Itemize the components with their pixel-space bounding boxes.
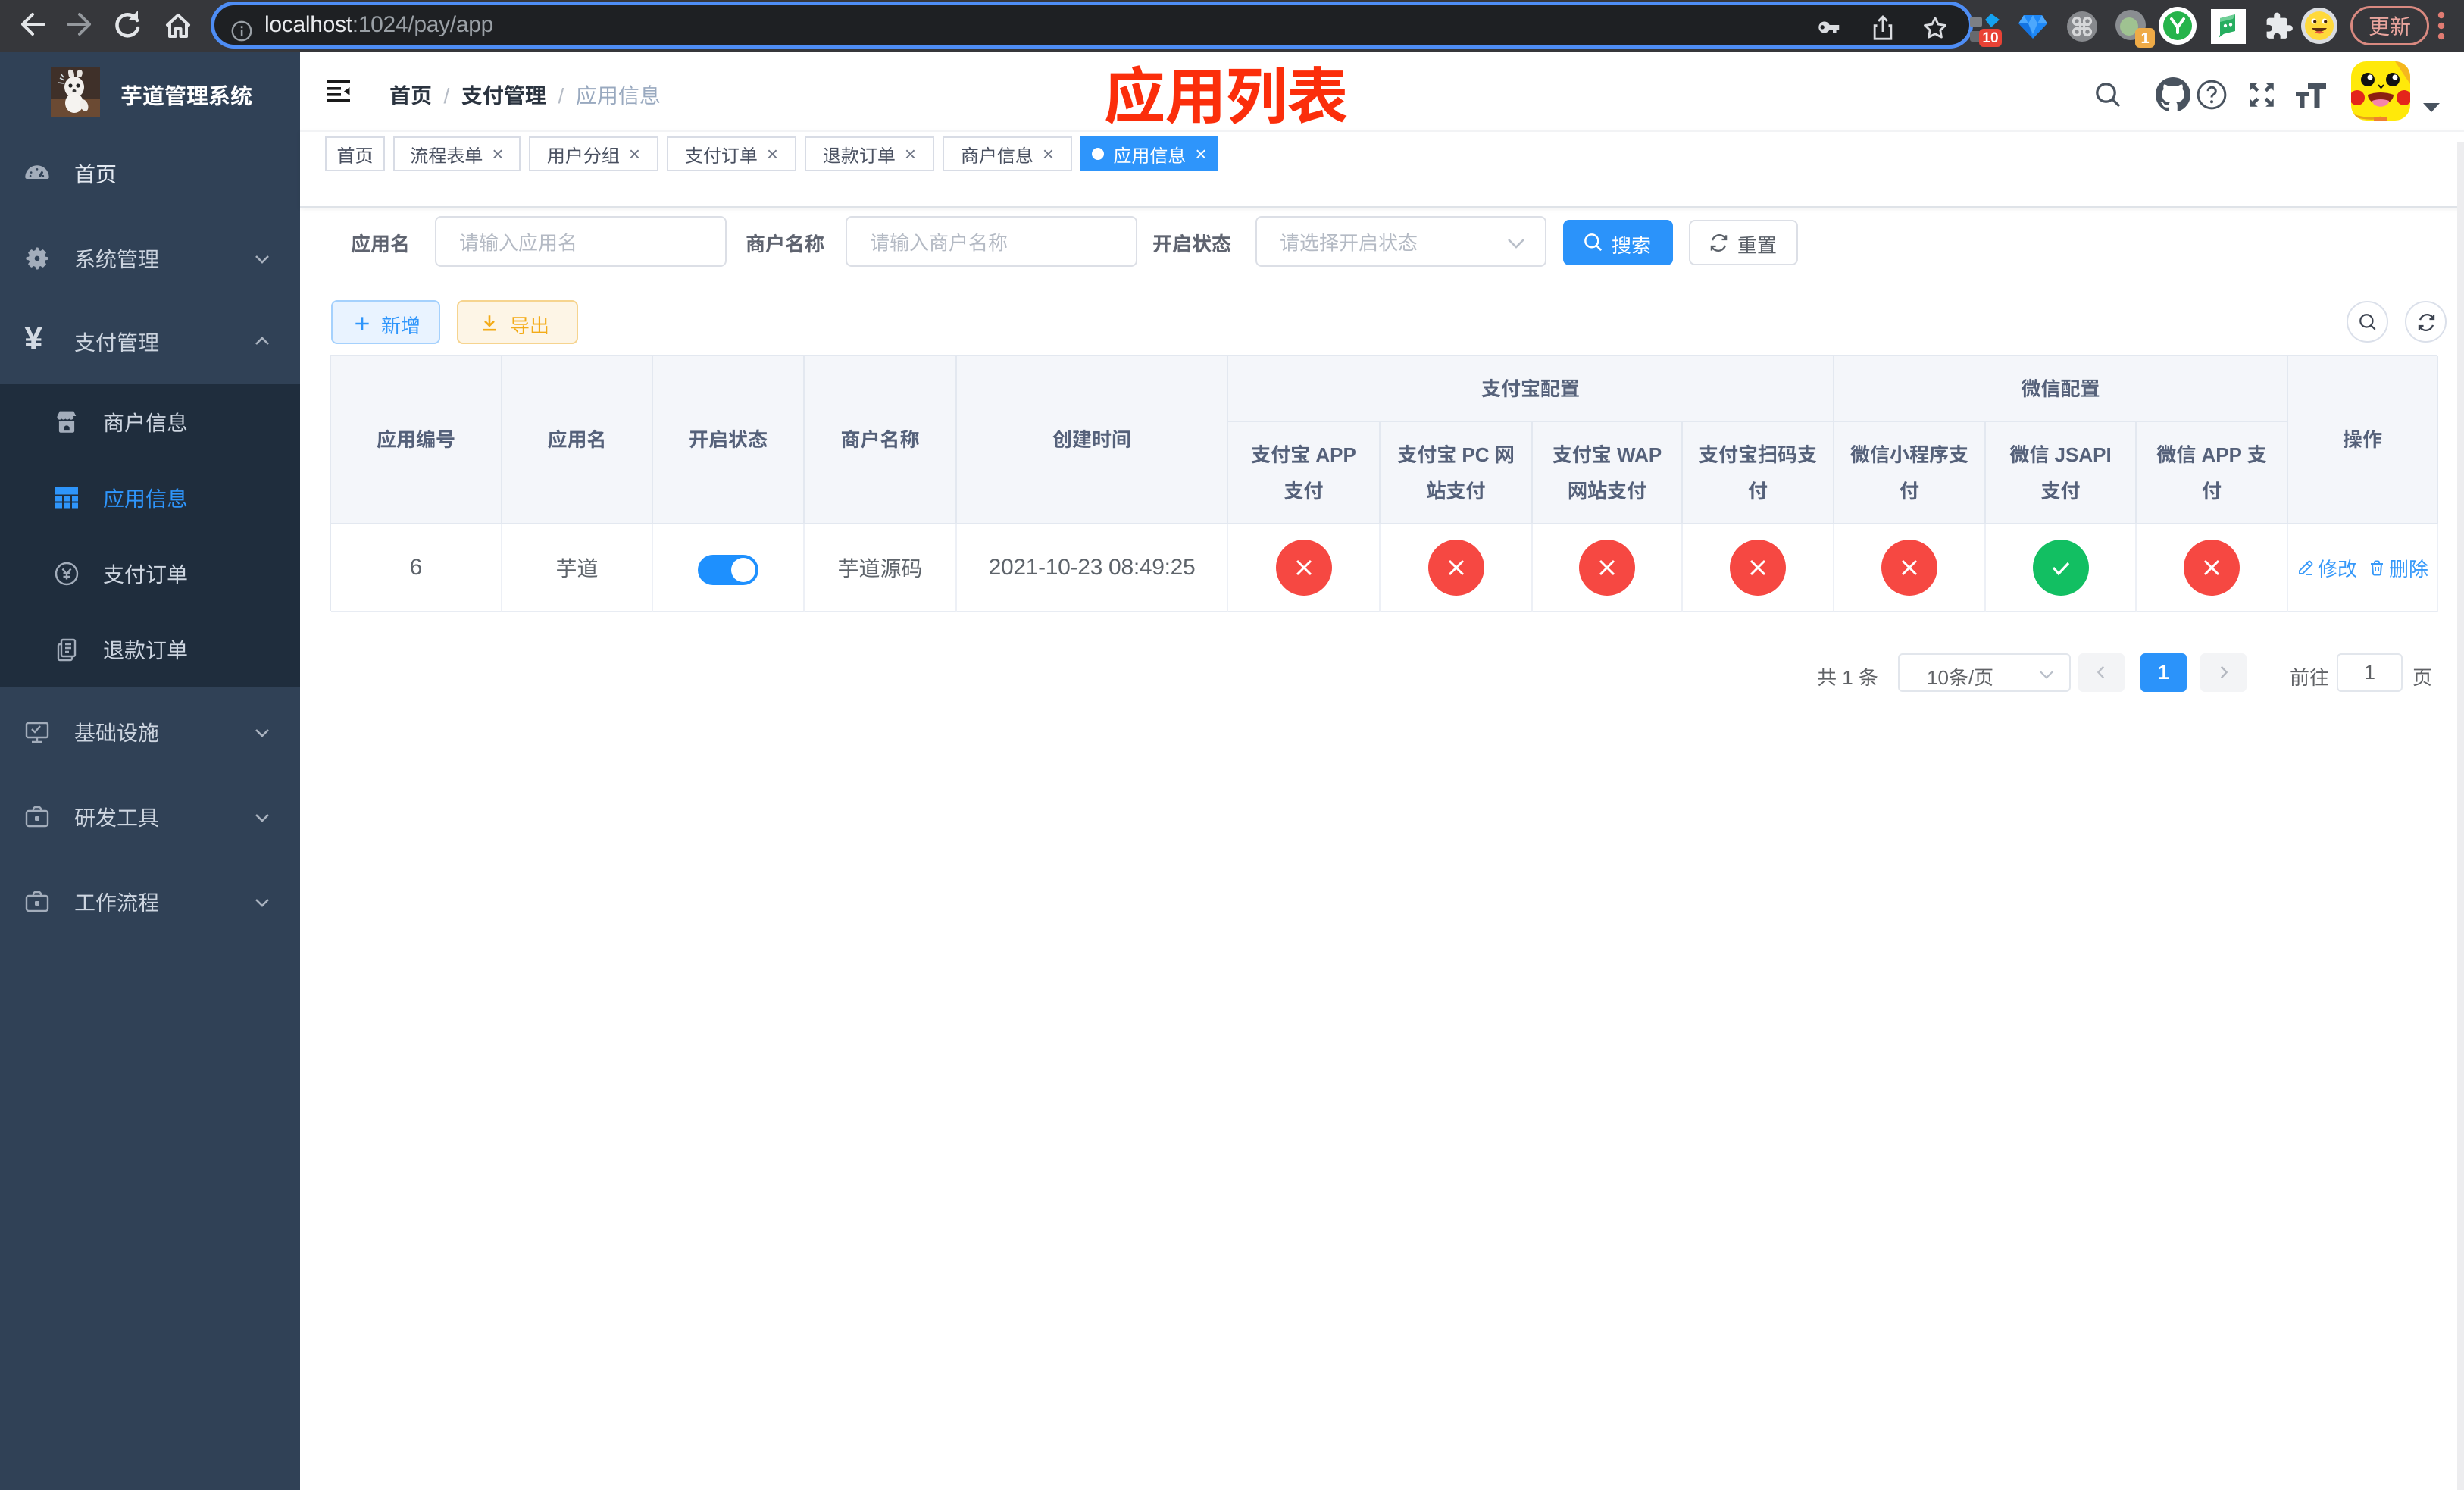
svg-text:10: 10 [1982,30,1998,46]
svg-text:1: 1 [2140,30,2149,47]
